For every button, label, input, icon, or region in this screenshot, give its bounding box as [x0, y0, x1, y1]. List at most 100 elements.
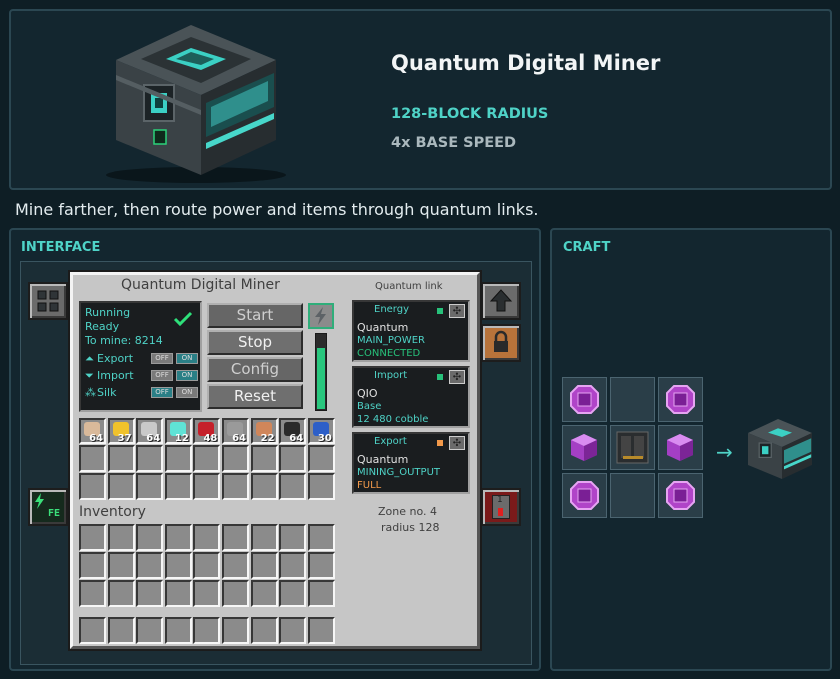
inventory-slot[interactable] [79, 617, 106, 644]
toggle-on[interactable]: ON [176, 353, 198, 364]
inventory-slot[interactable] [193, 552, 221, 579]
inventory-slot[interactable] [250, 473, 278, 500]
link-settings-icon[interactable]: ✣ [449, 436, 465, 450]
ore-slot[interactable]: 64 [279, 418, 307, 444]
inventory-slot[interactable] [193, 473, 221, 500]
ore-slot[interactable]: 64 [79, 418, 106, 444]
arrow-up-icon [489, 289, 513, 312]
toggle-on[interactable]: ON [176, 387, 198, 398]
craft-slot[interactable] [562, 473, 607, 518]
inventory-slot[interactable] [193, 580, 221, 607]
inventory-slot[interactable] [250, 617, 278, 644]
inventory-slot[interactable] [250, 524, 278, 551]
link-settings-icon[interactable]: ✣ [449, 304, 465, 318]
inventory-slot[interactable] [279, 617, 307, 644]
inventory-slot[interactable] [222, 473, 249, 500]
inventory-slot[interactable] [136, 580, 164, 607]
inventory-slot[interactable] [193, 524, 221, 551]
upgrade-button[interactable] [481, 282, 521, 320]
craft-result-miner[interactable] [740, 415, 820, 483]
inventory-slot[interactable] [222, 617, 249, 644]
stop-button[interactable]: Stop [207, 330, 303, 355]
craft-slot[interactable] [610, 473, 655, 518]
inventory-slot[interactable] [279, 580, 307, 607]
inventory-slot[interactable] [79, 524, 106, 551]
ore-slot[interactable]: 37 [107, 418, 135, 444]
inventory-slot[interactable] [222, 552, 249, 579]
link-status: 12 480 cobble [357, 414, 429, 425]
inventory-slot[interactable] [107, 617, 135, 644]
side-config-button[interactable] [28, 282, 68, 320]
craft-slot[interactable] [562, 377, 607, 422]
toggle-on[interactable]: ON [176, 370, 198, 381]
link-name: QIO [357, 387, 378, 400]
ore-slot[interactable]: 64 [136, 418, 164, 444]
inventory-slot[interactable] [250, 580, 278, 607]
config-button[interactable]: Config [207, 357, 303, 382]
inventory-slot[interactable] [307, 445, 335, 472]
inventory-slot[interactable] [279, 552, 307, 579]
inventory-slot[interactable] [279, 473, 307, 500]
inventory-slot[interactable] [164, 617, 192, 644]
inventory-slot[interactable] [107, 473, 135, 500]
toggle-off[interactable]: OFF [151, 370, 173, 381]
inventory-slot[interactable] [307, 473, 335, 500]
ore-count: 37 [117, 433, 132, 444]
ore-slot[interactable]: 64 [222, 418, 249, 444]
inventory-slot[interactable] [136, 524, 164, 551]
toggle-off[interactable]: OFF [151, 353, 173, 364]
ore-slot[interactable]: 30 [307, 418, 335, 444]
energy-slot[interactable] [308, 303, 334, 329]
inventory-slot[interactable] [164, 445, 192, 472]
ore-slot[interactable]: 22 [250, 418, 278, 444]
toggle-label: Silk [97, 386, 117, 399]
ore-slot[interactable]: 48 [193, 418, 221, 444]
craft-slot[interactable] [658, 473, 703, 518]
craft-slot[interactable] [658, 425, 703, 470]
link-settings-icon[interactable]: ✣ [449, 370, 465, 384]
inventory-slot[interactable] [136, 445, 164, 472]
crystal-cube-icon [667, 434, 693, 461]
inventory-slot[interactable] [136, 552, 164, 579]
inventory-slot[interactable] [79, 473, 106, 500]
inventory-slot[interactable] [222, 524, 249, 551]
inventory-slot[interactable] [107, 445, 135, 472]
craft-slot[interactable] [610, 425, 655, 470]
craft-slot[interactable] [658, 377, 703, 422]
inventory-slot[interactable] [193, 445, 221, 472]
inventory-slot[interactable] [107, 524, 135, 551]
inventory-slot[interactable] [79, 552, 106, 579]
start-button[interactable]: Start [207, 303, 303, 328]
inventory-slot[interactable] [307, 524, 335, 551]
inventory-slot[interactable] [222, 580, 249, 607]
toggle-off[interactable]: OFF [151, 387, 173, 398]
security-button[interactable] [481, 324, 521, 362]
inventory-slot[interactable] [307, 580, 335, 607]
inventory-slot[interactable] [193, 617, 221, 644]
craft-slot[interactable] [610, 377, 655, 422]
inventory-slot[interactable] [222, 445, 249, 472]
inventory-slot[interactable] [164, 580, 192, 607]
inventory-slot[interactable] [307, 617, 335, 644]
inventory-slot[interactable] [79, 445, 106, 472]
inventory-slot[interactable] [136, 617, 164, 644]
craft-slot[interactable] [562, 425, 607, 470]
inventory-slot[interactable] [307, 552, 335, 579]
inventory-slot[interactable] [136, 473, 164, 500]
inventory-slot[interactable] [250, 445, 278, 472]
inventory-slot[interactable] [107, 580, 135, 607]
inventory-slot[interactable] [279, 445, 307, 472]
inventory-slot[interactable] [250, 552, 278, 579]
inventory-slot[interactable] [164, 552, 192, 579]
inventory-slot[interactable] [164, 524, 192, 551]
inventory-slot[interactable] [79, 580, 106, 607]
zone-radius: radius 128 [381, 521, 440, 534]
import-arrow-icon: ⏷ [85, 369, 94, 382]
side-energy-button[interactable]: FE [28, 488, 68, 526]
ore-slot[interactable]: 12 [164, 418, 192, 444]
inventory-slot[interactable] [164, 473, 192, 500]
redstone-button[interactable]: 1 [481, 488, 521, 526]
inventory-slot[interactable] [107, 552, 135, 579]
reset-button[interactable]: Reset [207, 384, 303, 409]
inventory-slot[interactable] [279, 524, 307, 551]
